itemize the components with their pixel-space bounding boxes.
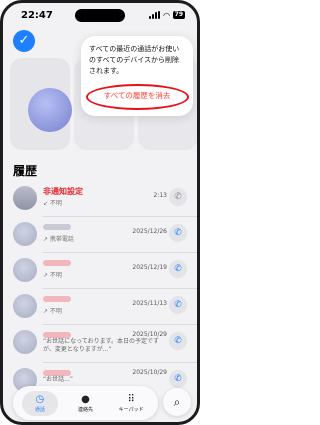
list-item[interactable]: “お世話になっております。本日の予定ですが、変更となりますが...” 2025/… bbox=[3, 325, 197, 363]
tab-keypad[interactable]: ⠿ キーパッド bbox=[113, 394, 149, 413]
tab-calls[interactable]: ◷ 通話 bbox=[21, 390, 58, 416]
caller-name-redacted bbox=[43, 224, 71, 230]
phone-icon[interactable]: ✆ bbox=[169, 260, 187, 278]
phone-icon[interactable]: ✆ bbox=[169, 332, 187, 350]
keypad-icon: ⠿ bbox=[127, 393, 135, 405]
search-icon: ⌕ bbox=[173, 395, 181, 409]
highlight-ring bbox=[86, 84, 189, 110]
call-time: 2025/11/13 bbox=[132, 300, 167, 307]
message-snippet: “お世話...” bbox=[43, 376, 73, 383]
avatar bbox=[13, 330, 37, 354]
phone-icon[interactable]: ✆ bbox=[169, 224, 187, 242]
favorite-avatar bbox=[28, 88, 72, 132]
search-button[interactable]: ⌕ bbox=[163, 388, 191, 416]
call-type: ↗ 不明 bbox=[43, 272, 62, 279]
call-time: 2:13 bbox=[153, 192, 167, 199]
phone-icon[interactable]: ✆ bbox=[169, 296, 187, 314]
call-type: ↗ 不明 bbox=[43, 308, 62, 315]
message-snippet: “お世話になっております。本日の予定ですが、変更となりますが...” bbox=[43, 338, 160, 353]
call-history-list: 非通知設定 ↙ 不明 2:13 ✆ ↗ 携帯電話 2025/12/26 ✆ ↗ … bbox=[3, 181, 197, 399]
avatar bbox=[13, 186, 37, 210]
history-title: 履歴 bbox=[13, 164, 38, 178]
status-icons: ◠ 79 bbox=[149, 11, 185, 20]
call-time: 2025/10/29 bbox=[132, 369, 167, 376]
tab-bar: ◷ 通話 ● 連絡先 ⠿ キーパッド bbox=[13, 386, 158, 420]
tab-label: 連絡先 bbox=[77, 406, 93, 413]
call-time: 2025/12/19 bbox=[132, 264, 167, 271]
status-time: 22:47 bbox=[21, 9, 53, 21]
dynamic-island bbox=[75, 9, 125, 22]
avatar bbox=[13, 294, 37, 318]
call-time: 2025/10/29 bbox=[132, 331, 167, 338]
list-item[interactable]: ↗ 携帯電話 2025/12/26 ✆ bbox=[3, 217, 197, 253]
call-type: ↙ 不明 bbox=[43, 200, 62, 207]
call-time: 2025/12/26 bbox=[132, 228, 167, 235]
caller-name: 非通知設定 bbox=[43, 187, 83, 196]
list-item[interactable]: 非通知設定 ↙ 不明 2:13 ✆ bbox=[3, 181, 197, 217]
caller-name-redacted bbox=[43, 260, 71, 266]
clock-icon: ◷ bbox=[35, 393, 45, 405]
popup-message: すべての最近の通話がお使いのすべてのデバイスから削除されます。 bbox=[89, 45, 180, 75]
call-type: ↗ 携帯電話 bbox=[43, 236, 74, 243]
avatar bbox=[13, 222, 37, 246]
status-bar: 22:47 ◠ 79 bbox=[3, 3, 197, 27]
person-icon: ● bbox=[81, 393, 90, 405]
phone-icon[interactable]: ✆ bbox=[169, 370, 187, 388]
select-button[interactable]: ✓ bbox=[13, 30, 35, 52]
battery-icon: 79 bbox=[172, 11, 185, 19]
tab-contacts[interactable]: ● 連絡先 bbox=[67, 394, 103, 413]
signal-icon bbox=[149, 11, 161, 19]
avatar bbox=[13, 258, 37, 282]
wifi-icon: ◠ bbox=[163, 10, 170, 20]
tab-label: キーパッド bbox=[118, 406, 144, 413]
list-item[interactable]: ↗ 不明 2025/12/19 ✆ bbox=[3, 253, 197, 289]
tab-label: 通話 bbox=[34, 406, 45, 413]
phone-icon[interactable]: ✆ bbox=[169, 188, 187, 206]
list-item[interactable]: ↗ 不明 2025/11/13 ✆ bbox=[3, 289, 197, 325]
caller-name-redacted bbox=[43, 296, 71, 302]
phone-screen: 22:47 ◠ 79 ✓ すべての最近の通話がお使いのすべてのデバイスから削除さ… bbox=[0, 0, 200, 425]
